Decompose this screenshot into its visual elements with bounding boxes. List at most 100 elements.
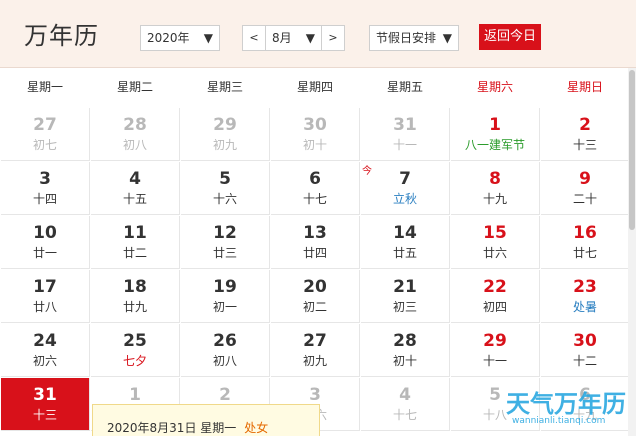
lunar-date: 十九 [482, 192, 507, 206]
calendar-day-cell[interactable]: 21 初三 [361, 270, 450, 323]
calendar-day-cell[interactable]: 11 廿二 [91, 216, 180, 269]
calendar-day-cell[interactable]: 14 廿五 [361, 216, 450, 269]
calendar-day-cell[interactable]: 31 十一 [361, 108, 450, 161]
day-number: 21 [393, 277, 417, 297]
day-number: 30 [303, 115, 327, 135]
lunar-date: 十四 [32, 192, 57, 206]
calendar-day-cell[interactable]: 17 廿八 [1, 270, 90, 323]
lunar-date: 十一 [482, 354, 507, 368]
weekday-label: 星期四 [296, 80, 333, 94]
lunar-date: 二十 [572, 192, 597, 206]
day-number: 31 [393, 115, 417, 135]
day-number: 4 [129, 169, 141, 189]
lunar-date: 处暑 [572, 300, 597, 314]
weekday-label: 星期一 [26, 80, 63, 94]
lunar-date: 十五 [122, 192, 147, 206]
calendar-day-cell[interactable]: 18 廿九 [91, 270, 180, 323]
month-select-value: 8月 [272, 31, 292, 45]
calendar-day-cell[interactable]: 19 初一 [181, 270, 270, 323]
calendar-day-cell[interactable]: 13 廿四 [271, 216, 360, 269]
calendar-day-cell[interactable]: 5 十六 [181, 162, 270, 215]
calendar-day-cell[interactable]: 今 7 立秋 [361, 162, 450, 215]
calendar-day-cell[interactable]: 28 初十 [361, 324, 450, 377]
day-number: 20 [303, 277, 327, 297]
calendar-day-cell[interactable]: 6 十七 [271, 162, 360, 215]
weekday-label: 星期三 [206, 80, 243, 94]
calendar-day-cell[interactable]: 2 十三 [541, 108, 630, 161]
lunar-date: 初十 [392, 354, 417, 368]
calendar-day-cell[interactable]: 26 初八 [181, 324, 270, 377]
day-number: 3 [309, 385, 321, 405]
date-tooltip: 2020年8月31日 星期一 处女 [92, 404, 320, 436]
calendar-day-cell[interactable]: 10 廿一 [1, 216, 90, 269]
day-number: 30 [573, 331, 597, 351]
day-number: 18 [123, 277, 147, 297]
lunar-date: 廿四 [302, 246, 327, 260]
calendar-day-cell[interactable]: 12 廿三 [181, 216, 270, 269]
back-to-today-button[interactable]: 返回今日 [479, 24, 541, 50]
day-number: 1 [129, 385, 141, 405]
lunar-date: 初七 [32, 138, 57, 152]
day-number: 27 [33, 115, 57, 135]
day-number: 23 [573, 277, 597, 297]
calendar-day-cell[interactable]: 8 十九 [451, 162, 540, 215]
day-number: 25 [123, 331, 147, 351]
day-number: 4 [399, 385, 411, 405]
calendar-day-cell[interactable]: 29 初九 [181, 108, 270, 161]
weekday-label: 星期二 [116, 80, 153, 94]
calendar-day-cell[interactable]: 24 初六 [1, 324, 90, 377]
year-select[interactable]: 2020年 ▼ [140, 25, 220, 51]
day-number: 27 [303, 331, 327, 351]
calendar-day-cell[interactable]: 16 廿七 [541, 216, 630, 269]
lunar-date: 立秋 [392, 192, 417, 206]
calendar-day-cell[interactable]: 30 十二 [541, 324, 630, 377]
calendar-day-cell[interactable]: 29 十一 [451, 324, 540, 377]
calendar-day-cell[interactable]: 30 初十 [271, 108, 360, 161]
lunar-date: 十三 [32, 408, 57, 422]
day-number: 3 [39, 169, 51, 189]
today-marker: 今 [362, 166, 372, 177]
day-number: 31 [33, 385, 57, 405]
dropdown-arrow-icon: ▼ [305, 31, 315, 45]
lunar-date: 廿三 [212, 246, 237, 260]
calendar-day-cell[interactable]: 22 初四 [451, 270, 540, 323]
calendar-day-cell[interactable]: 27 初七 [1, 108, 90, 161]
watermark-url: wannianli.tianqi.com [512, 416, 606, 426]
calendar-day-cell[interactable]: 1 八一建军节 [451, 108, 540, 161]
day-number: 29 [483, 331, 507, 351]
calendar-day-cell[interactable]: 23 处暑 [541, 270, 630, 323]
day-number: 15 [483, 223, 507, 243]
lunar-date: 八一建军节 [464, 138, 525, 152]
weekday-label: 星期五 [386, 80, 423, 94]
lunar-date: 初八 [212, 354, 237, 368]
calendar-day-cell[interactable]: 4 十七 [361, 378, 450, 431]
calendar-day-cell[interactable]: 25 七夕 [91, 324, 180, 377]
holiday-select[interactable]: 节假日安排 ▼ [369, 25, 459, 51]
calendar-day-cell[interactable]: 4 十五 [91, 162, 180, 215]
month-select[interactable]: 8月 ▼ [265, 25, 322, 51]
calendar-day-cell[interactable]: 28 初八 [91, 108, 180, 161]
lunar-date: 十七 [302, 192, 327, 206]
scrollbar-thumb[interactable] [629, 70, 635, 230]
day-number: 9 [579, 169, 591, 189]
prev-month-button[interactable]: < [242, 25, 266, 51]
day-number: 14 [393, 223, 417, 243]
calendar-day-cell[interactable]: 31 十三 [1, 378, 90, 431]
calendar-day-cell[interactable]: 27 初九 [271, 324, 360, 377]
lunar-date: 初二 [302, 300, 327, 314]
day-number: 29 [213, 115, 237, 135]
lunar-date: 初六 [32, 354, 57, 368]
calendar-day-cell[interactable]: 20 初二 [271, 270, 360, 323]
calendar-day-cell[interactable]: 15 廿六 [451, 216, 540, 269]
lunar-date: 初十 [302, 138, 327, 152]
day-number: 12 [213, 223, 237, 243]
lunar-date: 初九 [212, 138, 237, 152]
calendar-day-cell[interactable]: 3 十四 [1, 162, 90, 215]
lunar-date: 初三 [392, 300, 417, 314]
lunar-date: 十二 [572, 354, 597, 368]
next-month-button[interactable]: > [321, 25, 345, 51]
dropdown-arrow-icon: ▼ [442, 31, 452, 45]
calendar-day-cell[interactable]: 9 二十 [541, 162, 630, 215]
lunar-date: 十一 [392, 138, 417, 152]
day-number: 26 [213, 331, 237, 351]
